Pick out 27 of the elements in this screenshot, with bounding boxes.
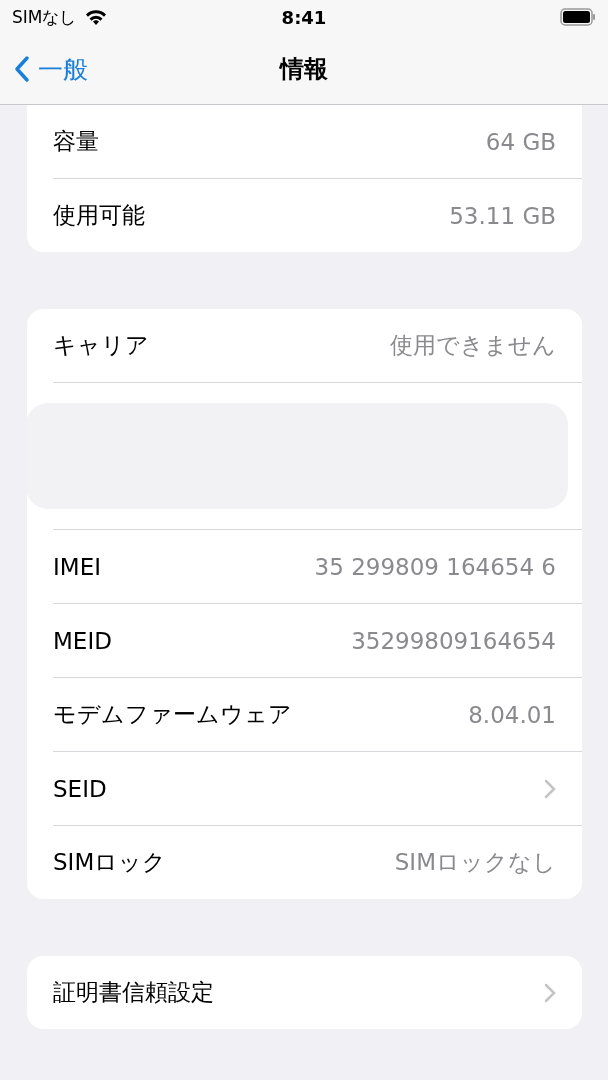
carrier-label: SIMなし bbox=[12, 5, 77, 29]
settings-row[interactable]: 証明書信頼設定 bbox=[53, 956, 582, 1029]
row-label: 使用可能 bbox=[53, 201, 145, 230]
row-label: IMEI bbox=[53, 553, 101, 580]
row-label: SEID bbox=[53, 775, 107, 802]
row-value: 64 GB bbox=[485, 128, 556, 155]
row-value: 35 299809 164654 6 bbox=[314, 553, 556, 580]
wifi-icon bbox=[84, 8, 109, 26]
row-label: 証明書信頼設定 bbox=[53, 978, 214, 1007]
row-label: 容量 bbox=[53, 127, 99, 156]
page-title: 情報 bbox=[280, 54, 328, 85]
row-value: 使用できません bbox=[390, 331, 556, 360]
row-label: SIMロック bbox=[53, 848, 167, 877]
row-value: 35299809164654 bbox=[351, 627, 556, 654]
row-label: キャリア bbox=[53, 331, 149, 360]
row-value: SIMロックなし bbox=[394, 848, 556, 877]
battery-icon bbox=[560, 8, 596, 26]
clock: 8:41 bbox=[281, 6, 327, 28]
back-button[interactable]: 一般 bbox=[14, 52, 88, 86]
row-value: 8.04.01 bbox=[468, 701, 556, 728]
back-chevron-icon bbox=[14, 55, 30, 83]
row-label: MEID bbox=[53, 627, 112, 654]
chevron-icon bbox=[544, 982, 556, 1003]
row-label: モデムファームウェア bbox=[53, 700, 292, 729]
row-value: 53.11 GB bbox=[449, 202, 556, 229]
settings-row[interactable]: SEID bbox=[53, 752, 582, 826]
chevron-icon bbox=[544, 778, 556, 799]
